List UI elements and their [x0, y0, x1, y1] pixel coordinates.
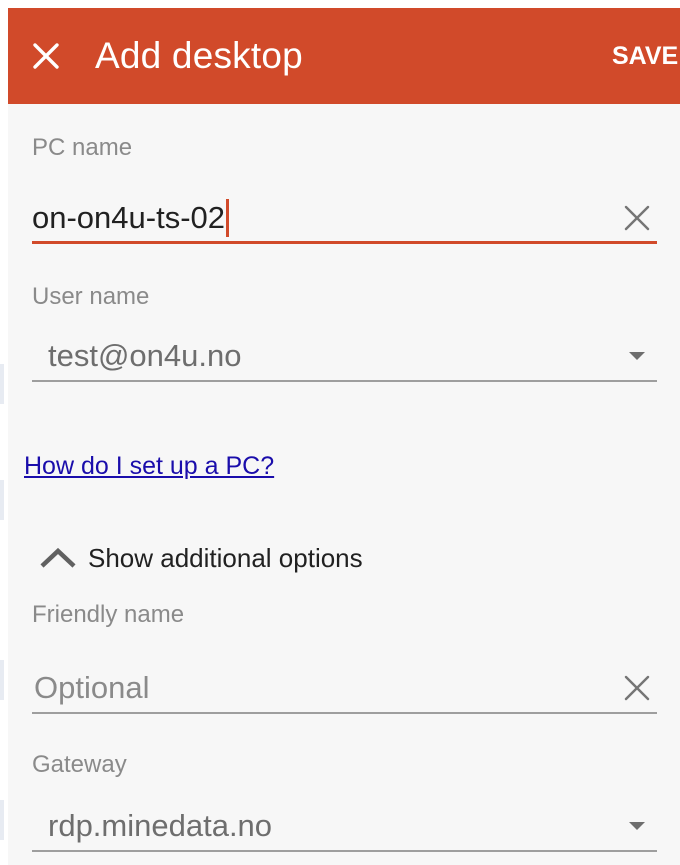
friendly-name-label: Friendly name — [32, 601, 185, 628]
gateway-value: rdp.minedata.no — [48, 808, 273, 843]
pc-name-label: PC name — [32, 134, 133, 161]
gateway-dropdown[interactable]: rdp.minedata.no — [32, 802, 657, 852]
user-name-value: test@on4u.no — [48, 338, 242, 373]
friendly-name-field[interactable]: Optional — [32, 664, 657, 714]
pc-name-underline — [32, 241, 657, 244]
edge-mark — [0, 364, 4, 404]
friendly-name-clear-button[interactable] — [617, 668, 657, 708]
close-button[interactable] — [20, 30, 72, 82]
pc-name-clear-button[interactable] — [617, 198, 657, 238]
gateway-dropdown-toggle[interactable] — [617, 806, 657, 846]
form-panel: PC name on-on4u-ts-02 User name test@on4… — [8, 104, 680, 865]
friendly-name-underline — [32, 712, 657, 714]
edge-mark — [0, 660, 4, 700]
user-name-dropdown[interactable]: test@on4u.no — [32, 332, 657, 382]
clear-icon — [624, 205, 650, 231]
page-title: Add desktop — [95, 35, 303, 76]
text-cursor — [226, 198, 230, 237]
edge-mark — [0, 800, 4, 840]
save-button[interactable]: SAVE — [612, 38, 678, 74]
user-name-label: User name — [32, 283, 150, 310]
screen: Add desktop SAVE PC name on-on4u-ts-02 U… — [0, 0, 680, 865]
dropdown-arrow-icon — [629, 352, 645, 360]
app-bar: Add desktop SAVE — [8, 8, 680, 104]
edge-mark — [0, 480, 4, 520]
chevron-up-icon — [40, 547, 76, 568]
additional-options-toggle[interactable]: Show additional options — [36, 538, 363, 578]
setup-help-link[interactable]: How do I set up a PC? — [24, 450, 274, 482]
gateway-label: Gateway — [32, 751, 127, 778]
user-name-dropdown-toggle[interactable] — [617, 336, 657, 376]
gateway-underline — [32, 850, 657, 852]
additional-options-label: Show additional options — [88, 542, 363, 573]
user-name-underline — [32, 380, 657, 382]
pc-name-field[interactable]: on-on4u-ts-02 — [32, 194, 657, 244]
pc-name-value[interactable]: on-on4u-ts-02 — [32, 198, 230, 239]
friendly-name-placeholder[interactable]: Optional — [34, 668, 149, 708]
clear-icon — [624, 675, 650, 701]
close-icon — [33, 43, 59, 69]
dropdown-arrow-icon — [629, 822, 645, 830]
